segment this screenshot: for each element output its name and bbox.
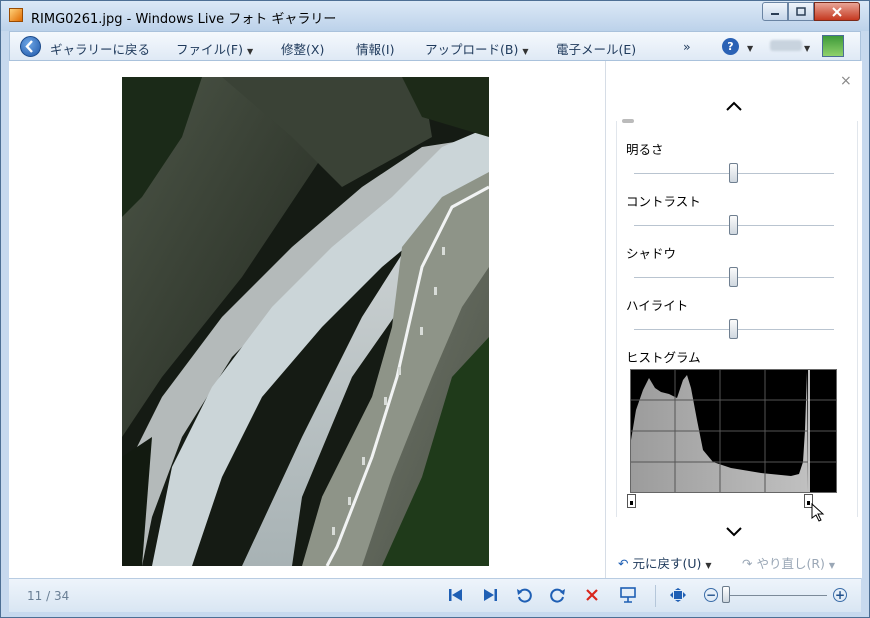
mouse-cursor-icon	[811, 503, 825, 522]
chevron-down-icon[interactable]: ▼	[743, 39, 753, 54]
skip-previous-icon	[449, 589, 462, 601]
profile-picture[interactable]	[822, 35, 844, 57]
file-menu-label: ファイル(F)	[176, 42, 243, 57]
fix-menu[interactable]: 修整(X)	[281, 39, 324, 58]
contrast-slider-thumb[interactable]	[729, 215, 738, 235]
chevron-down-icon[interactable]	[726, 527, 742, 537]
brightness-slider-thumb[interactable]	[729, 163, 738, 183]
maximize-icon	[796, 6, 806, 16]
delete-x-icon	[586, 589, 598, 601]
overflow-menu-button[interactable]: »	[683, 39, 691, 54]
photo-viewer-image	[122, 77, 489, 566]
rotate-right-button[interactable]	[549, 586, 567, 604]
undo-button[interactable]: ↶ 元に戻す(U) ▼	[618, 553, 712, 572]
brightness-label: 明るさ	[626, 142, 664, 157]
skip-next-icon	[484, 589, 497, 601]
photo-counter: 11 / 34	[27, 589, 70, 603]
email-menu[interactable]: 電子メール(E)	[556, 39, 636, 58]
highlight-slider-thumb[interactable]	[729, 319, 738, 339]
zoom-out-icon[interactable]: −	[704, 588, 718, 602]
close-icon	[832, 6, 842, 17]
chevron-down-icon: ▼	[522, 47, 529, 56]
slideshow-button[interactable]	[619, 586, 637, 604]
cut-off-icon	[622, 119, 634, 123]
zoom-slider-thumb[interactable]	[722, 586, 730, 603]
histogram-label: ヒストグラム	[626, 350, 701, 365]
status-divider	[655, 585, 656, 607]
app-window: RIMG0261.jpg - Windows Live フォト ギャラリー ギャ…	[0, 0, 870, 618]
redo-label: やり直し(R)	[756, 556, 825, 571]
close-panel-button[interactable]: ×	[840, 73, 852, 89]
redo-button[interactable]: ↷ やり直し(R) ▼	[742, 553, 835, 572]
info-menu[interactable]: 情報(I)	[356, 39, 394, 58]
highlight-label: ハイライト	[626, 298, 689, 313]
undo-label: 元に戻す(U)	[632, 556, 702, 571]
rotate-clockwise-icon	[550, 588, 565, 603]
minimize-icon	[771, 12, 779, 15]
chevron-down-icon[interactable]: ▼	[800, 39, 810, 54]
previous-photo-button[interactable]	[447, 586, 465, 604]
histogram-chart	[630, 369, 837, 493]
main-content: × 明るさ コントラスト シャドウ ハイライト ヒストグラム ↶ 元に戻す(U)…	[9, 61, 862, 578]
photo-gallery-app-icon	[9, 8, 23, 22]
redo-icon: ↷	[742, 556, 753, 571]
chevron-down-icon: ▼	[705, 561, 712, 570]
help-icon[interactable]: ?	[722, 38, 739, 55]
chevron-down-icon: ▼	[828, 561, 836, 570]
fix-panel: × 明るさ コントラスト シャドウ ハイライト ヒストグラム ↶ 元に戻す(U)…	[605, 61, 862, 578]
chevron-up-icon[interactable]	[726, 101, 742, 111]
fit-to-window-button[interactable]	[669, 586, 687, 604]
status-bar: 11 / 34 − +	[9, 578, 861, 612]
zoom-in-icon[interactable]: +	[833, 588, 847, 602]
delete-button[interactable]	[583, 586, 601, 604]
maximize-button[interactable]	[788, 2, 814, 21]
contrast-label: コントラスト	[626, 194, 701, 209]
window-title: RIMG0261.jpg - Windows Live フォト ギャラリー	[31, 12, 337, 27]
command-bar: ギャラリーに戻る ファイル(F) ▼ 修整(X) 情報(I) アップロード(B) ▼…	[9, 31, 861, 61]
slideshow-icon	[620, 587, 636, 603]
file-menu[interactable]: ファイル(F) ▼	[176, 39, 253, 58]
fit-to-window-icon	[670, 588, 686, 602]
shadow-label: シャドウ	[626, 246, 677, 261]
next-photo-button[interactable]	[481, 586, 499, 604]
chevron-down-icon: ▼	[246, 47, 254, 56]
back-to-gallery-button[interactable]: ギャラリーに戻る	[50, 39, 150, 58]
histogram-shadow-marker[interactable]	[627, 494, 636, 508]
upload-menu-label: アップロード(B)	[425, 42, 519, 57]
back-arrow-icon[interactable]	[20, 36, 41, 57]
rotate-left-button[interactable]	[515, 586, 533, 604]
rotate-counterclockwise-icon	[517, 588, 532, 603]
shadow-slider-thumb[interactable]	[729, 267, 738, 287]
zoom-slider-track[interactable]	[727, 595, 827, 596]
minimize-button[interactable]	[762, 2, 788, 21]
undo-icon: ↶	[618, 556, 629, 571]
close-window-button[interactable]	[814, 2, 860, 21]
account-name-blurred[interactable]	[770, 40, 802, 51]
title-bar[interactable]: RIMG0261.jpg - Windows Live フォト ギャラリー	[1, 1, 869, 31]
upload-menu[interactable]: アップロード(B) ▼	[425, 39, 529, 58]
